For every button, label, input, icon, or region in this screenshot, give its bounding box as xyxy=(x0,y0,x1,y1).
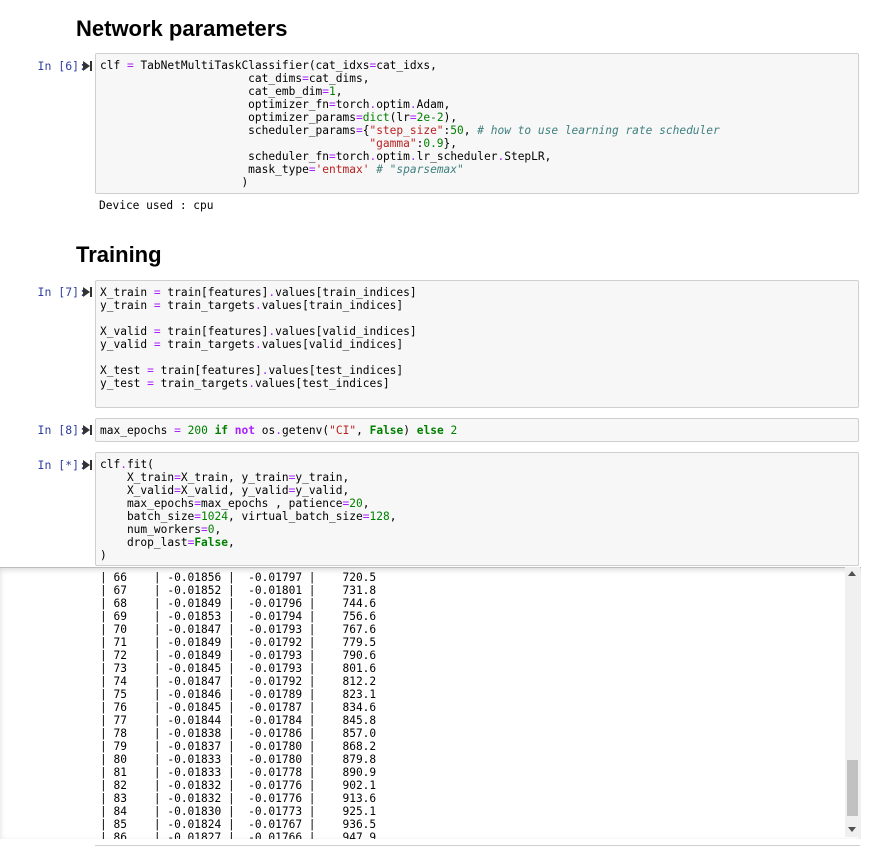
run-cell-icon[interactable] xyxy=(81,286,93,298)
log-row: | 80 | -0.01833 | -0.01780 | 879.8 xyxy=(100,753,377,766)
log-row: | 68 | -0.01849 | -0.01796 | 744.6 xyxy=(100,597,377,610)
log-row: | 72 | -0.01849 | -0.01793 | 790.6 xyxy=(100,649,377,662)
code-editor[interactable]: max_epochs = 200 if not os.getenv("CI", … xyxy=(96,419,858,442)
code-cell-fit[interactable]: clf.fit( X_train=X_train, y_train=y_trai… xyxy=(95,452,859,566)
log-row: | 77 | -0.01844 | -0.01784 | 845.8 xyxy=(100,714,377,727)
log-row: | 67 | -0.01852 | -0.01801 | 731.8 xyxy=(100,584,377,597)
log-row: | 76 | -0.01845 | -0.01787 | 834.6 xyxy=(100,701,377,714)
code-cell-split[interactable]: X_train = train[features].values[train_i… xyxy=(95,280,859,408)
training-log-text: | 66 | -0.01856 | -0.01797 | 720.5 | 67 … xyxy=(0,568,861,839)
cell-prompt: In [6]: xyxy=(37,59,86,73)
cell-prompt: In [7]: xyxy=(37,285,86,299)
scrollbar-thumb[interactable] xyxy=(847,760,858,816)
code-editor[interactable]: clf = TabNetMultiTaskClassifier(cat_idxs… xyxy=(96,54,858,194)
log-row: | 82 | -0.01832 | -0.01776 | 902.1 xyxy=(100,779,377,792)
log-row: | 83 | -0.01832 | -0.01776 | 913.6 xyxy=(100,792,377,805)
log-row: | 86 | -0.01827 | -0.01766 | 947.9 xyxy=(100,831,377,839)
log-row: | 66 | -0.01856 | -0.01797 | 720.5 xyxy=(100,571,377,584)
scroll-up-arrow-icon[interactable] xyxy=(848,571,856,576)
divider xyxy=(95,845,860,846)
log-row: | 70 | -0.01847 | -0.01793 | 767.6 xyxy=(100,623,377,636)
run-cell-icon[interactable] xyxy=(81,459,93,471)
run-cell-icon[interactable] xyxy=(81,60,93,72)
log-row: | 71 | -0.01849 | -0.01792 | 779.5 xyxy=(100,636,377,649)
code-editor[interactable]: clf.fit( X_train=X_train, y_train=y_trai… xyxy=(96,453,858,567)
log-row: | 69 | -0.01853 | -0.01794 | 756.6 xyxy=(100,610,377,623)
heading-training: Training xyxy=(76,242,162,267)
cell-prompt: In [*]: xyxy=(37,458,86,472)
cell-prompt: In [8]: xyxy=(37,423,86,437)
scroll-down-arrow-icon[interactable] xyxy=(848,827,856,832)
log-row: | 73 | -0.01845 | -0.01793 | 801.6 xyxy=(100,662,377,675)
log-row: | 74 | -0.01847 | -0.01792 | 812.2 xyxy=(100,675,377,688)
code-editor[interactable]: X_train = train[features].values[train_i… xyxy=(96,281,858,395)
code-cell-classifier[interactable]: clf = TabNetMultiTaskClassifier(cat_idxs… xyxy=(95,53,859,194)
run-cell-icon[interactable] xyxy=(81,424,93,436)
output-scrollbar[interactable] xyxy=(845,567,860,837)
log-row: | 84 | -0.01830 | -0.01773 | 925.1 xyxy=(100,805,377,818)
cell-output-device: Device used : cpu xyxy=(99,199,214,212)
log-row: | 78 | -0.01838 | -0.01786 | 857.0 xyxy=(100,727,377,740)
log-row: | 75 | -0.01846 | -0.01789 | 823.1 xyxy=(100,688,377,701)
log-row: | 81 | -0.01833 | -0.01778 | 890.9 xyxy=(100,766,377,779)
training-log-output[interactable]: | 66 | -0.01856 | -0.01797 | 720.5 | 67 … xyxy=(0,567,861,839)
heading-network-parameters: Network parameters xyxy=(76,16,288,41)
log-row: | 85 | -0.01824 | -0.01767 | 936.5 xyxy=(100,818,377,831)
log-row: | 79 | -0.01837 | -0.01780 | 868.2 xyxy=(100,740,377,753)
code-cell-max-epochs[interactable]: max_epochs = 200 if not os.getenv("CI", … xyxy=(95,418,859,442)
